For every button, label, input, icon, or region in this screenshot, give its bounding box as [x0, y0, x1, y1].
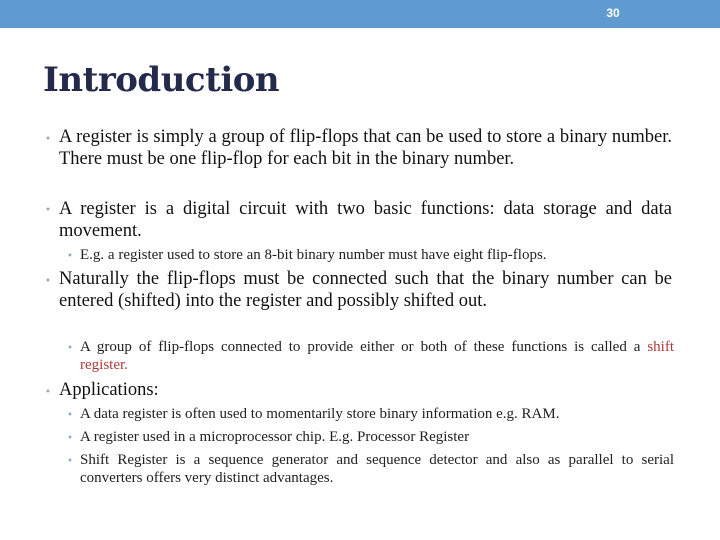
slide-title: Introduction: [43, 60, 280, 100]
bullet-icon: •: [45, 134, 51, 145]
sub-bullet-4-3: Shift Register is a sequence generator a…: [80, 452, 674, 486]
slide-number: 30: [606, 6, 620, 20]
sub-bullet-4-2: A register used in a microprocessor chip…: [80, 429, 470, 445]
sub-bullet-icon: •: [67, 410, 73, 421]
sub-bullet-2-1: E.g. a register used to store an 8-bit b…: [80, 247, 547, 263]
bullet-icon: •: [45, 387, 51, 398]
sub-bullet-4-1: A data register is often used to momenta…: [80, 406, 560, 422]
header-bar: 30: [0, 0, 720, 28]
sub-bullet-icon: •: [67, 433, 73, 444]
sub-bullet-text: A group of flip-flops connected to provi…: [80, 339, 648, 355]
bullet-icon: •: [45, 276, 51, 287]
bullet-3: Naturally the flip-flops must be connect…: [59, 269, 672, 311]
sub-bullet-3-1: A group of flip-flops connected to provi…: [80, 338, 674, 374]
bullet-icon: •: [45, 205, 51, 216]
bullet-1: A register is simply a group of flip-flo…: [59, 127, 672, 169]
bullet-4: Applications:: [59, 380, 159, 400]
sub-bullet-icon: •: [67, 251, 73, 262]
sub-bullet-icon: •: [67, 456, 73, 467]
sub-bullet-icon: •: [67, 343, 73, 354]
bullet-2: A register is a digital circuit with two…: [59, 199, 672, 241]
